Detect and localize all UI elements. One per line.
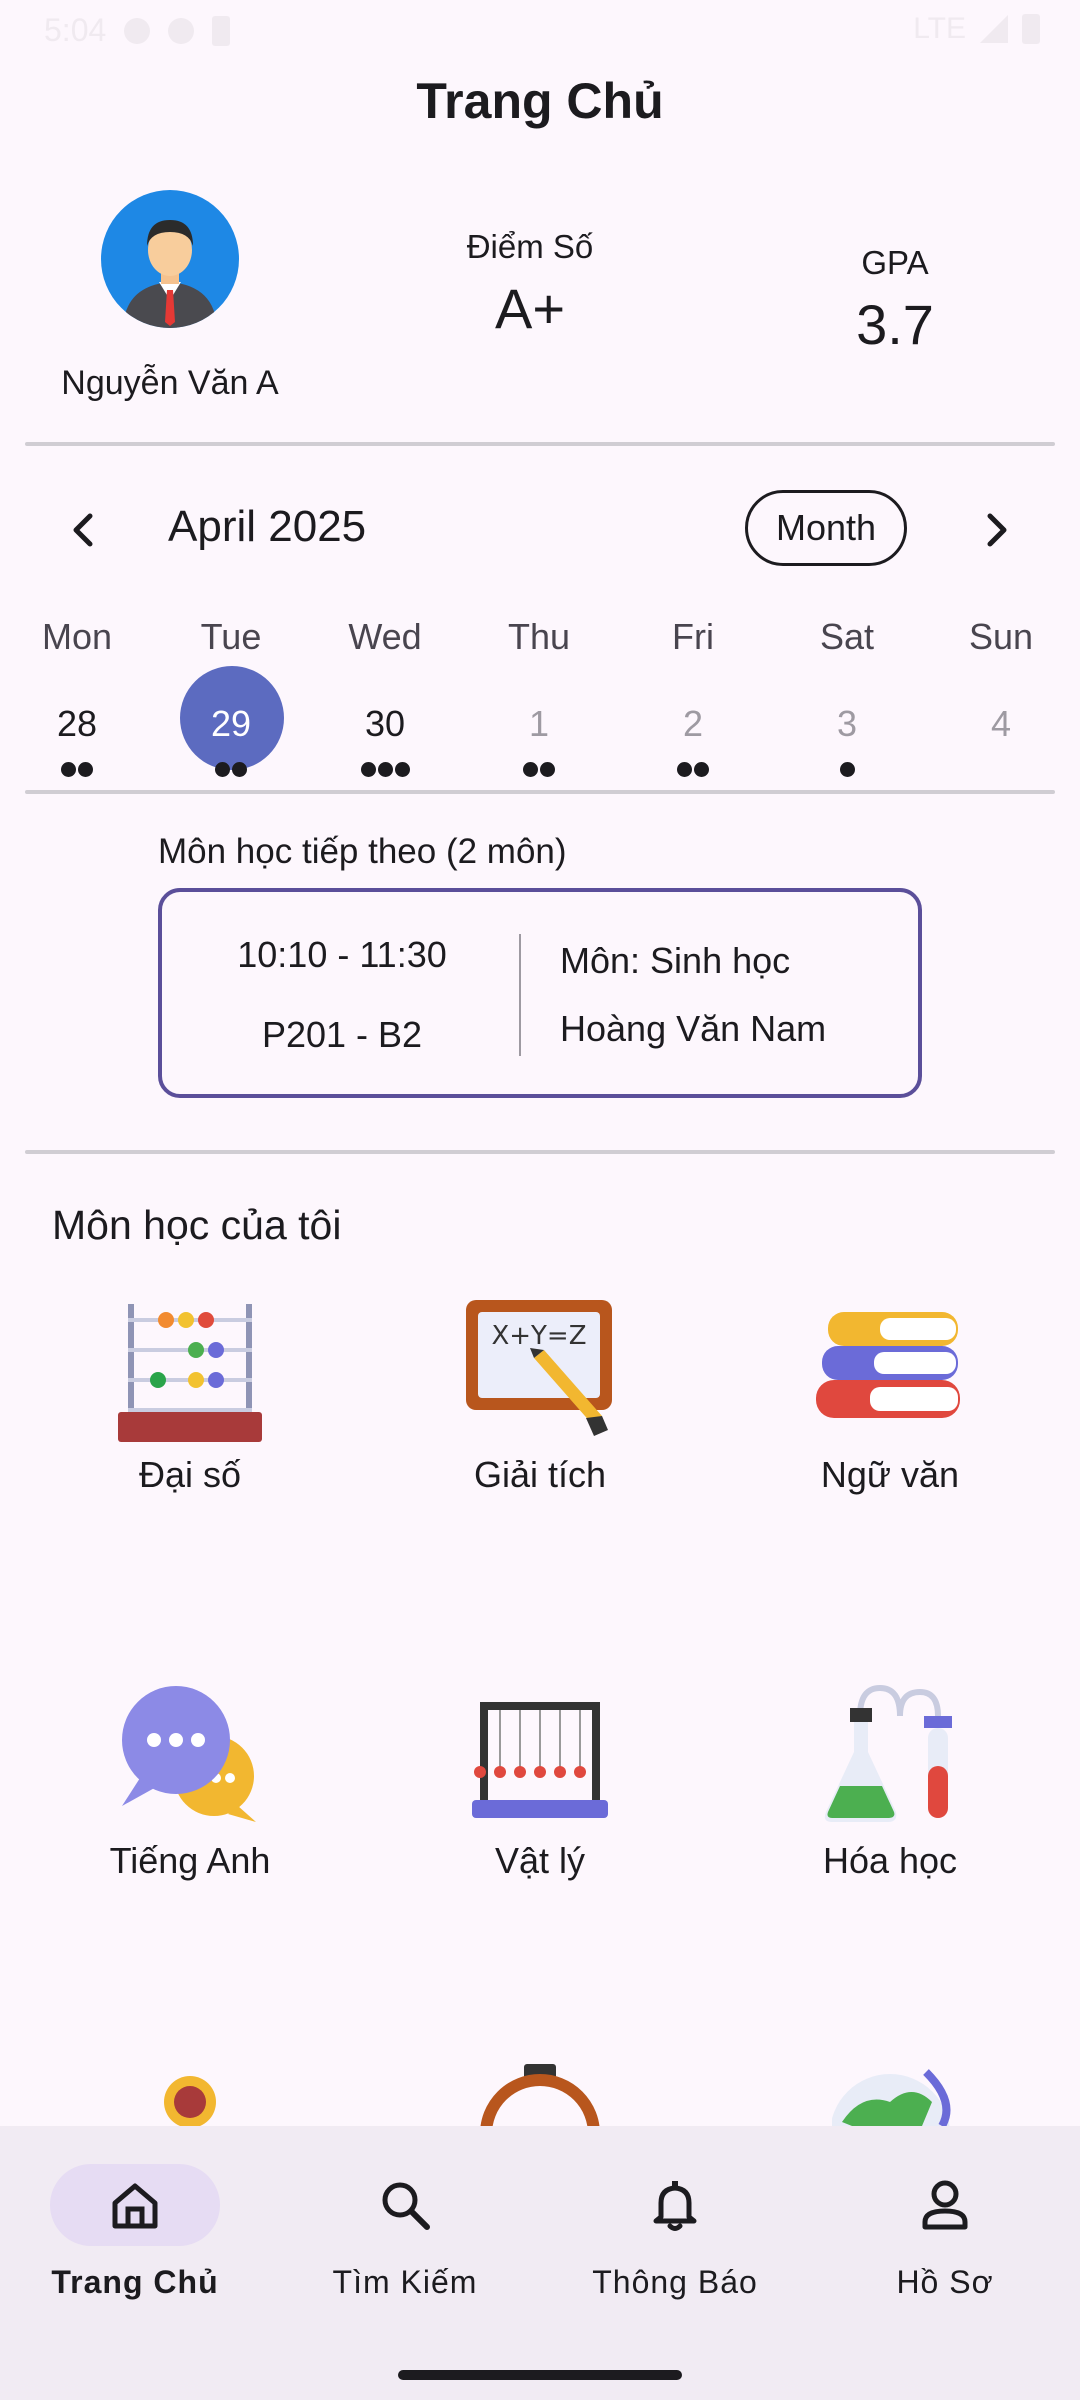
- class-time: 10:10 - 11:30: [237, 934, 447, 975]
- weekday-label: Sun: [968, 616, 1034, 657]
- formula-board-icon: X+Y=Z: [460, 1296, 620, 1446]
- nav-item-notifications[interactable]: Thông Báo: [540, 2164, 810, 2301]
- month-label: April 2025: [168, 502, 367, 551]
- home-icon: [112, 2183, 158, 2229]
- day-number: 29: [210, 703, 252, 744]
- event-dots: [462, 762, 616, 777]
- chat-bubbles-icon: [110, 1682, 270, 1832]
- score-label: Điểm Số: [466, 228, 594, 265]
- class-subject: Môn: Sinh học: [560, 940, 791, 981]
- weekday-label: Tue: [200, 616, 262, 657]
- calendar-day[interactable]: 28: [0, 696, 154, 777]
- divider: [25, 1150, 1055, 1154]
- divider: [25, 442, 1055, 446]
- weekday-label: Sat: [819, 616, 875, 657]
- nav-active-indicator: [50, 2164, 220, 2246]
- lab-flask-icon: [810, 1682, 970, 1832]
- nav-label: Hồ Sơ: [896, 2264, 994, 2300]
- status-time: 5:04: [44, 12, 107, 48]
- avatar[interactable]: [101, 190, 239, 328]
- abacus-icon: [110, 1296, 270, 1446]
- nav-item-home[interactable]: Trang Chủ: [0, 2164, 270, 2301]
- svg-text:X+Y=Z: X+Y=Z: [491, 1321, 586, 1351]
- class-teacher: Hoàng Văn Nam: [560, 1008, 827, 1049]
- battery-icon: [1022, 14, 1040, 44]
- day-number: 30: [364, 703, 406, 744]
- course-chemistry[interactable]: Hóa học: [740, 1682, 1040, 1882]
- calendar-day[interactable]: 2: [616, 696, 770, 777]
- search-icon: [382, 2182, 430, 2230]
- course-label: Ngữ văn: [820, 1454, 960, 1495]
- calendar-day[interactable]: 1: [462, 696, 616, 777]
- calendar-day-selected[interactable]: 29: [154, 666, 308, 777]
- course-physics[interactable]: Vật lý: [390, 1682, 690, 1882]
- course-english[interactable]: Tiếng Anh: [40, 1682, 340, 1882]
- student-avatar-icon: [123, 220, 217, 328]
- nav-label: Trang Chủ: [51, 2264, 219, 2300]
- page-title: Trang Chủ: [416, 73, 664, 129]
- course-label: Vật lý: [494, 1840, 586, 1881]
- next-class-title: Môn học tiếp theo (2 môn): [158, 832, 567, 871]
- chevron-left-icon[interactable]: [54, 500, 114, 560]
- course-label: Đại số: [138, 1454, 242, 1495]
- globe-icon[interactable]: [830, 2062, 956, 2194]
- person-icon: [922, 2180, 968, 2230]
- nav-label: Tìm Kiếm: [332, 2264, 478, 2300]
- calendar-day[interactable]: 30: [308, 696, 462, 777]
- network-type: LTE: [913, 12, 966, 45]
- weekday-label: Thu: [507, 616, 571, 657]
- shield-icon: [124, 17, 151, 44]
- gesture-home-indicator[interactable]: [398, 2370, 682, 2380]
- bottom-navigation: Trang Chủ Tìm Kiếm Thông Báo Hồ Sơ: [0, 2126, 1080, 2400]
- course-label: Tiếng Anh: [109, 1840, 271, 1881]
- event-dots: [0, 762, 154, 777]
- gpa-value: 3.7: [856, 293, 934, 356]
- course-label: Hóa học: [822, 1840, 958, 1881]
- day-number: 4: [990, 703, 1012, 744]
- event-dots: [308, 762, 462, 777]
- calendar-day[interactable]: 3: [770, 696, 924, 777]
- nav-item-profile[interactable]: Hồ Sơ: [810, 2164, 1080, 2301]
- books-icon: [810, 1296, 970, 1446]
- event-dots: [154, 762, 308, 777]
- course-label: Giải tích: [473, 1454, 607, 1495]
- sd-card-icon: [212, 15, 231, 46]
- day-number: 1: [528, 703, 550, 744]
- calendar-header: April 2025 Month: [0, 490, 1080, 570]
- weekday-label: Wed: [348, 616, 422, 657]
- score-stat: Điểm Số A+: [420, 228, 640, 341]
- next-class-card[interactable]: 10:10 - 11:30 P201 - B2 Môn: Sinh học Ho…: [158, 888, 922, 1098]
- weekday-label: Mon: [41, 616, 113, 657]
- event-dots: [616, 762, 770, 777]
- view-mode-button[interactable]: Month: [745, 490, 907, 566]
- course-algebra[interactable]: Đại số: [40, 1296, 340, 1496]
- gpa-stat: GPA 3.7: [790, 244, 1000, 357]
- status-bar: 5:04 LTE: [0, 0, 1080, 60]
- day-number: 28: [56, 703, 98, 744]
- weekday-label: Fri: [672, 616, 714, 657]
- stopwatch-icon[interactable]: [478, 2060, 602, 2194]
- calendar-day[interactable]: 4: [924, 696, 1078, 762]
- nav-label: Thông Báo: [592, 2264, 758, 2300]
- settings-icon: [168, 17, 195, 44]
- newtons-cradle-icon: [460, 1682, 620, 1832]
- profile-summary[interactable]: Nguyễn Văn A: [40, 190, 300, 403]
- course-literature[interactable]: Ngữ văn: [740, 1296, 1040, 1496]
- student-name: Nguyễn Văn A: [61, 364, 279, 402]
- score-value: A+: [494, 277, 566, 340]
- class-room: P201 - B2: [261, 1014, 423, 1055]
- divider: [25, 790, 1055, 794]
- signal-icon: [980, 15, 1008, 43]
- day-number: 2: [682, 703, 704, 744]
- courses-title: Môn học của tôi: [52, 1202, 342, 1248]
- day-number: 3: [836, 703, 858, 744]
- event-dots: [770, 762, 924, 777]
- nav-item-search[interactable]: Tìm Kiếm: [270, 2164, 540, 2301]
- card-separator: [519, 934, 521, 1056]
- sun-flower-icon[interactable]: [148, 2066, 232, 2131]
- gpa-label: GPA: [861, 244, 929, 281]
- bell-icon: [653, 2181, 697, 2231]
- course-calculus[interactable]: X+Y=Z Giải tích: [390, 1296, 690, 1496]
- chevron-right-icon[interactable]: [966, 500, 1026, 560]
